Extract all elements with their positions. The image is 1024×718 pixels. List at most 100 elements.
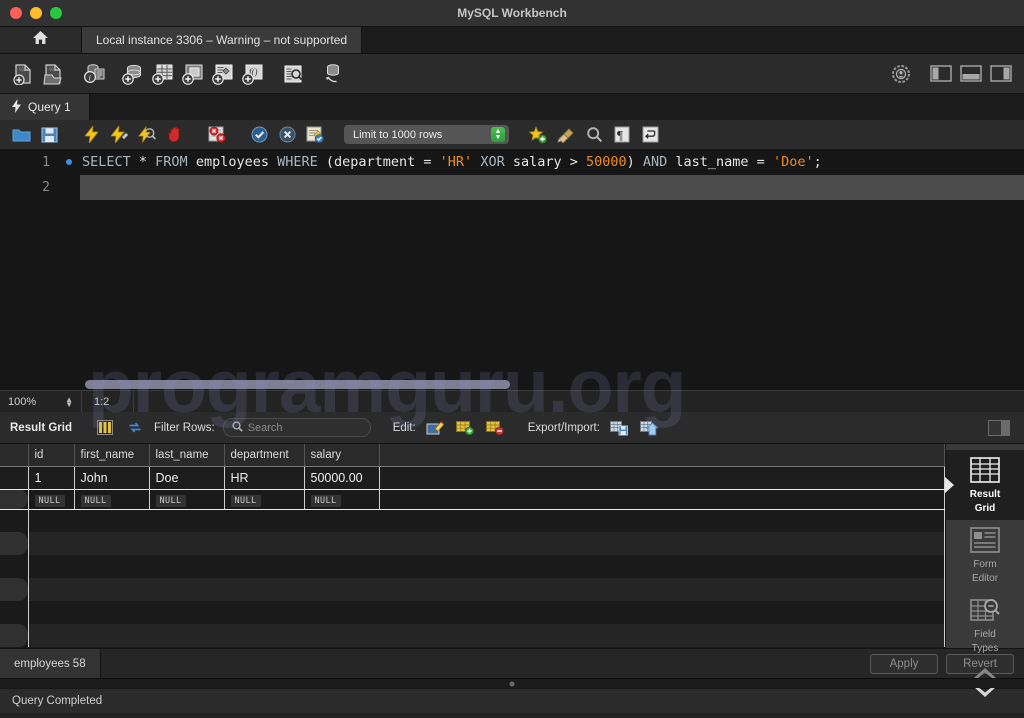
output-splitter[interactable] bbox=[0, 678, 1024, 688]
wrap-cell-content-icon[interactable] bbox=[988, 419, 1010, 436]
search-input[interactable]: Search bbox=[222, 418, 371, 437]
commit-icon[interactable] bbox=[246, 123, 272, 147]
cell-last_name-null[interactable]: NULL bbox=[149, 489, 225, 510]
cell-first_name-null[interactable]: NULL bbox=[74, 489, 150, 510]
recordset-tab-employees[interactable]: employees 58 bbox=[0, 649, 101, 678]
open-script-icon[interactable] bbox=[8, 123, 34, 147]
output-panel-toggle-icon[interactable] bbox=[956, 59, 986, 89]
connection-tab-label: Local instance 3306 – Warning – not supp… bbox=[96, 33, 348, 47]
column-header-last_name[interactable]: last_name bbox=[149, 444, 225, 467]
refresh-icon[interactable] bbox=[124, 418, 146, 438]
table-row[interactable]: 1 John Doe HR 50000.00 bbox=[0, 466, 945, 490]
table-row-empty bbox=[0, 509, 945, 532]
result-view-result-grid[interactable]: Result Grid bbox=[946, 450, 1024, 520]
stop-execution-icon[interactable] bbox=[162, 123, 188, 147]
apply-button[interactable]: Apply bbox=[870, 653, 938, 674]
connection-info-icon[interactable]: i bbox=[78, 59, 108, 89]
line-number-2: 2 bbox=[42, 180, 50, 195]
row-limit-select[interactable]: Limit to 1000 rows ▲ ▼ bbox=[344, 125, 509, 144]
result-grid-table: id first_name last_name department salar… bbox=[0, 444, 945, 647]
sidebar-right-toggle-icon[interactable] bbox=[986, 59, 1016, 89]
execute-statement-icon[interactable] bbox=[78, 123, 104, 147]
code-line-1[interactable]: 1 SELECT * FROM employees WHERE (departm… bbox=[0, 150, 1024, 175]
window-controls bbox=[0, 7, 62, 19]
editor-zoom-value: 100% bbox=[8, 395, 37, 408]
minimize-window-button[interactable] bbox=[30, 7, 42, 19]
admin-gear-icon[interactable] bbox=[886, 59, 916, 89]
cell-id[interactable]: 1 bbox=[28, 466, 75, 490]
cell-department-null[interactable]: NULL bbox=[224, 489, 305, 510]
new-table-icon[interactable] bbox=[148, 59, 178, 89]
result-view-field-types[interactable]: Field Types bbox=[946, 590, 1024, 660]
beautify-query-icon[interactable] bbox=[525, 123, 551, 147]
cell-department[interactable]: HR bbox=[224, 466, 305, 490]
new-function-icon[interactable]: f() bbox=[238, 59, 268, 89]
cell-salary[interactable]: 50000.00 bbox=[304, 466, 380, 490]
result-view-form-editor[interactable]: Form Editor bbox=[946, 520, 1024, 590]
editor-zoom-control[interactable]: 100% ▲ ▼ bbox=[0, 391, 82, 412]
toggle-autocommit-icon[interactable] bbox=[302, 123, 328, 147]
code-line-2[interactable]: 2 bbox=[0, 175, 1024, 200]
toggle-word-wrap-icon[interactable] bbox=[637, 123, 663, 147]
query-tab-query1[interactable]: Query 1 bbox=[0, 94, 90, 120]
toggle-invisible-chars-icon[interactable]: ¶ bbox=[609, 123, 635, 147]
sql-editor[interactable]: 1 SELECT * FROM employees WHERE (departm… bbox=[0, 150, 1024, 390]
tab-strip-empty-area bbox=[362, 27, 1024, 53]
new-sql-file-icon[interactable]: SQL bbox=[8, 59, 38, 89]
close-window-button[interactable] bbox=[10, 7, 22, 19]
cell-salary-null[interactable]: NULL bbox=[304, 489, 380, 510]
result-grid-title: Result Grid bbox=[10, 421, 72, 434]
table-row[interactable]: NULL NULL NULL NULL NULL bbox=[0, 489, 945, 510]
new-view-icon[interactable] bbox=[178, 59, 208, 89]
delete-row-icon[interactable] bbox=[484, 418, 506, 438]
column-header-filler bbox=[379, 444, 945, 467]
row-selector-new[interactable] bbox=[0, 489, 29, 510]
row-limit-stepper[interactable]: ▲ ▼ bbox=[491, 127, 505, 142]
export-recordset-icon[interactable] bbox=[608, 418, 630, 438]
home-icon bbox=[32, 30, 49, 50]
home-tab[interactable] bbox=[0, 27, 82, 53]
form-editor-label-line2: Editor bbox=[971, 573, 999, 584]
result-toolbar: Result Grid Filter Rows: Search Edit: Ex… bbox=[0, 412, 1024, 444]
explain-statement-icon[interactable] bbox=[134, 123, 160, 147]
editor-cursor-position: 1:2 bbox=[82, 391, 134, 412]
sql-code-area[interactable]: 1 SELECT * FROM employees WHERE (departm… bbox=[0, 150, 1024, 200]
code-line-1-text: SELECT * FROM employees WHERE (departmen… bbox=[82, 154, 822, 170]
execute-current-statement-icon[interactable] bbox=[106, 123, 132, 147]
column-header-department[interactable]: department bbox=[224, 444, 305, 467]
insert-row-icon[interactable] bbox=[454, 418, 476, 438]
new-schema-icon[interactable] bbox=[118, 59, 148, 89]
reconnect-dbms-icon[interactable] bbox=[318, 59, 348, 89]
new-procedure-icon[interactable] bbox=[208, 59, 238, 89]
toggle-stop-on-error-icon[interactable] bbox=[204, 123, 230, 147]
cell-id-null[interactable]: NULL bbox=[28, 489, 75, 510]
column-header-id[interactable]: id bbox=[28, 444, 75, 467]
svg-text:i: i bbox=[88, 73, 90, 82]
editor-horizontal-scrollbar[interactable] bbox=[85, 380, 510, 389]
find-icon[interactable] bbox=[581, 123, 607, 147]
result-grid[interactable]: id first_name last_name department salar… bbox=[0, 444, 945, 648]
field-types-label-line1: Field bbox=[974, 629, 996, 640]
main-toolbar-right-group bbox=[886, 59, 1016, 89]
cell-last_name[interactable]: Doe bbox=[149, 466, 225, 490]
result-view-switcher: Result Grid Form Editor Field Types bbox=[945, 444, 1024, 697]
zoom-stepper-icon[interactable]: ▲ ▼ bbox=[65, 395, 73, 408]
sidebar-left-toggle-icon[interactable] bbox=[926, 59, 956, 89]
editor-status-bar: 100% ▲ ▼ 1:2 bbox=[0, 380, 1024, 412]
clear-context-icon[interactable] bbox=[553, 123, 579, 147]
grid-view-icon[interactable] bbox=[94, 418, 116, 438]
open-sql-file-icon[interactable]: SQL bbox=[38, 59, 68, 89]
edit-row-icon[interactable] bbox=[424, 418, 446, 438]
connection-tab-local-instance[interactable]: Local instance 3306 – Warning – not supp… bbox=[82, 27, 363, 53]
column-header-salary[interactable]: salary bbox=[304, 444, 380, 467]
search-data-icon[interactable] bbox=[278, 59, 308, 89]
maximize-window-button[interactable] bbox=[50, 7, 62, 19]
statement-marker-empty bbox=[58, 175, 80, 200]
row-limit-value: Limit to 1000 rows bbox=[353, 128, 443, 141]
cell-first_name[interactable]: John bbox=[74, 466, 150, 490]
rollback-icon[interactable] bbox=[274, 123, 300, 147]
save-script-icon[interactable] bbox=[36, 123, 62, 147]
column-header-first_name[interactable]: first_name bbox=[74, 444, 150, 467]
row-selector[interactable] bbox=[0, 466, 29, 490]
import-recordset-icon[interactable] bbox=[638, 418, 660, 438]
